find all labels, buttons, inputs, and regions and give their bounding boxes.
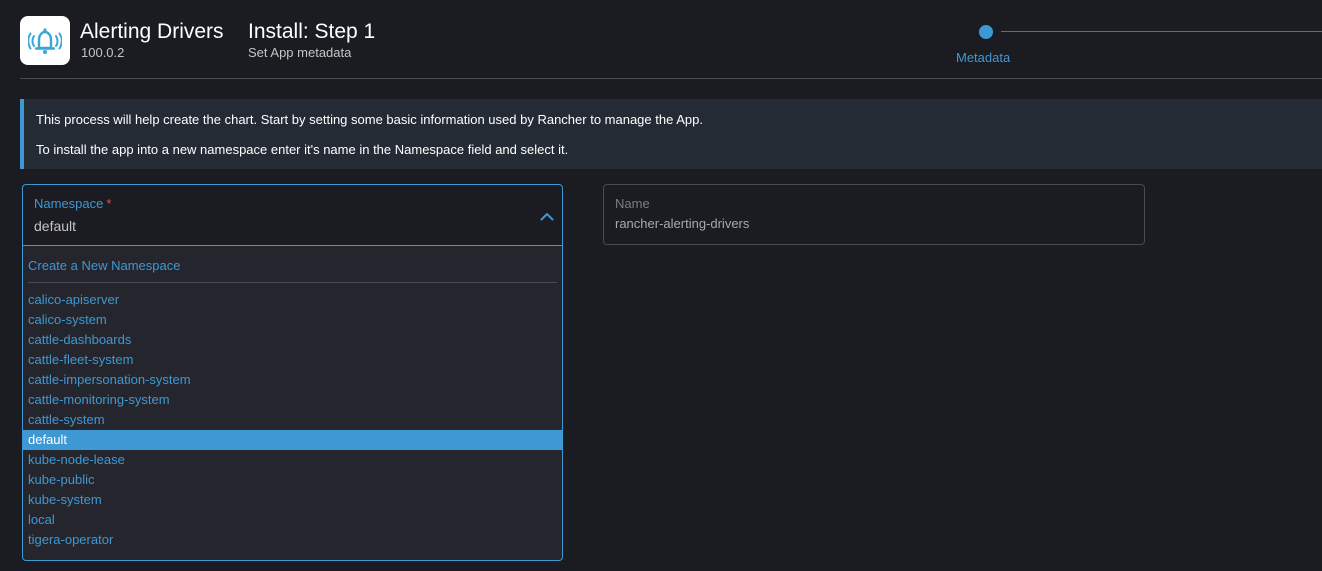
app-version: 100.0.2 (81, 45, 125, 60)
stepper-line (1001, 31, 1322, 32)
namespace-option[interactable]: cattle-fleet-system (23, 350, 562, 370)
bell-alert-icon (28, 27, 62, 54)
name-label: Name (615, 196, 650, 211)
step-subtitle: Set App metadata (248, 45, 352, 60)
namespace-dropdown: Create a New Namespace calico-apiserver … (22, 245, 563, 561)
namespace-value[interactable]: default (34, 218, 76, 234)
name-field[interactable]: Name rancher-alerting-drivers (603, 184, 1145, 245)
app-logo (20, 16, 70, 65)
header-divider (20, 78, 1322, 79)
step-title: Install: Step 1 (248, 20, 376, 43)
page-header: Alerting Drivers 100.0.2 Install: Step 1… (0, 0, 1322, 78)
namespace-option[interactable]: calico-apiserver (23, 290, 562, 310)
namespace-option[interactable]: kube-node-lease (23, 450, 562, 470)
dropdown-divider (28, 282, 557, 283)
namespace-option[interactable]: cattle-monitoring-system (23, 390, 562, 410)
app-name: Alerting Drivers (80, 20, 224, 43)
namespace-option[interactable]: kube-public (23, 470, 562, 490)
name-value[interactable]: rancher-alerting-drivers (615, 216, 749, 231)
namespace-option[interactable]: local (23, 510, 562, 530)
namespace-option[interactable]: cattle-dashboards (23, 330, 562, 350)
namespace-option[interactable]: cattle-impersonation-system (23, 370, 562, 390)
namespace-option[interactable]: tigera-operator (23, 530, 562, 550)
banner-text-2: To install the app into a new namespace … (36, 142, 569, 157)
create-namespace-option[interactable]: Create a New Namespace (28, 258, 180, 273)
info-banner: This process will help create the chart.… (20, 99, 1322, 169)
namespace-option[interactable]: kube-system (23, 490, 562, 510)
banner-text-1: This process will help create the chart.… (36, 112, 703, 127)
namespace-option[interactable]: calico-system (23, 310, 562, 330)
required-marker: * (106, 196, 112, 211)
chevron-up-icon[interactable] (540, 212, 554, 221)
namespace-option[interactable]: cattle-system (23, 410, 562, 430)
stepper-step-label: Metadata (956, 50, 1011, 65)
namespace-select[interactable]: Namespace * default (22, 184, 563, 245)
namespace-label: Namespace * (34, 196, 112, 211)
namespace-options-list: calico-apiserver calico-system cattle-da… (23, 290, 562, 550)
stepper-step-dot (979, 25, 993, 39)
namespace-option-selected[interactable]: default (23, 430, 562, 450)
